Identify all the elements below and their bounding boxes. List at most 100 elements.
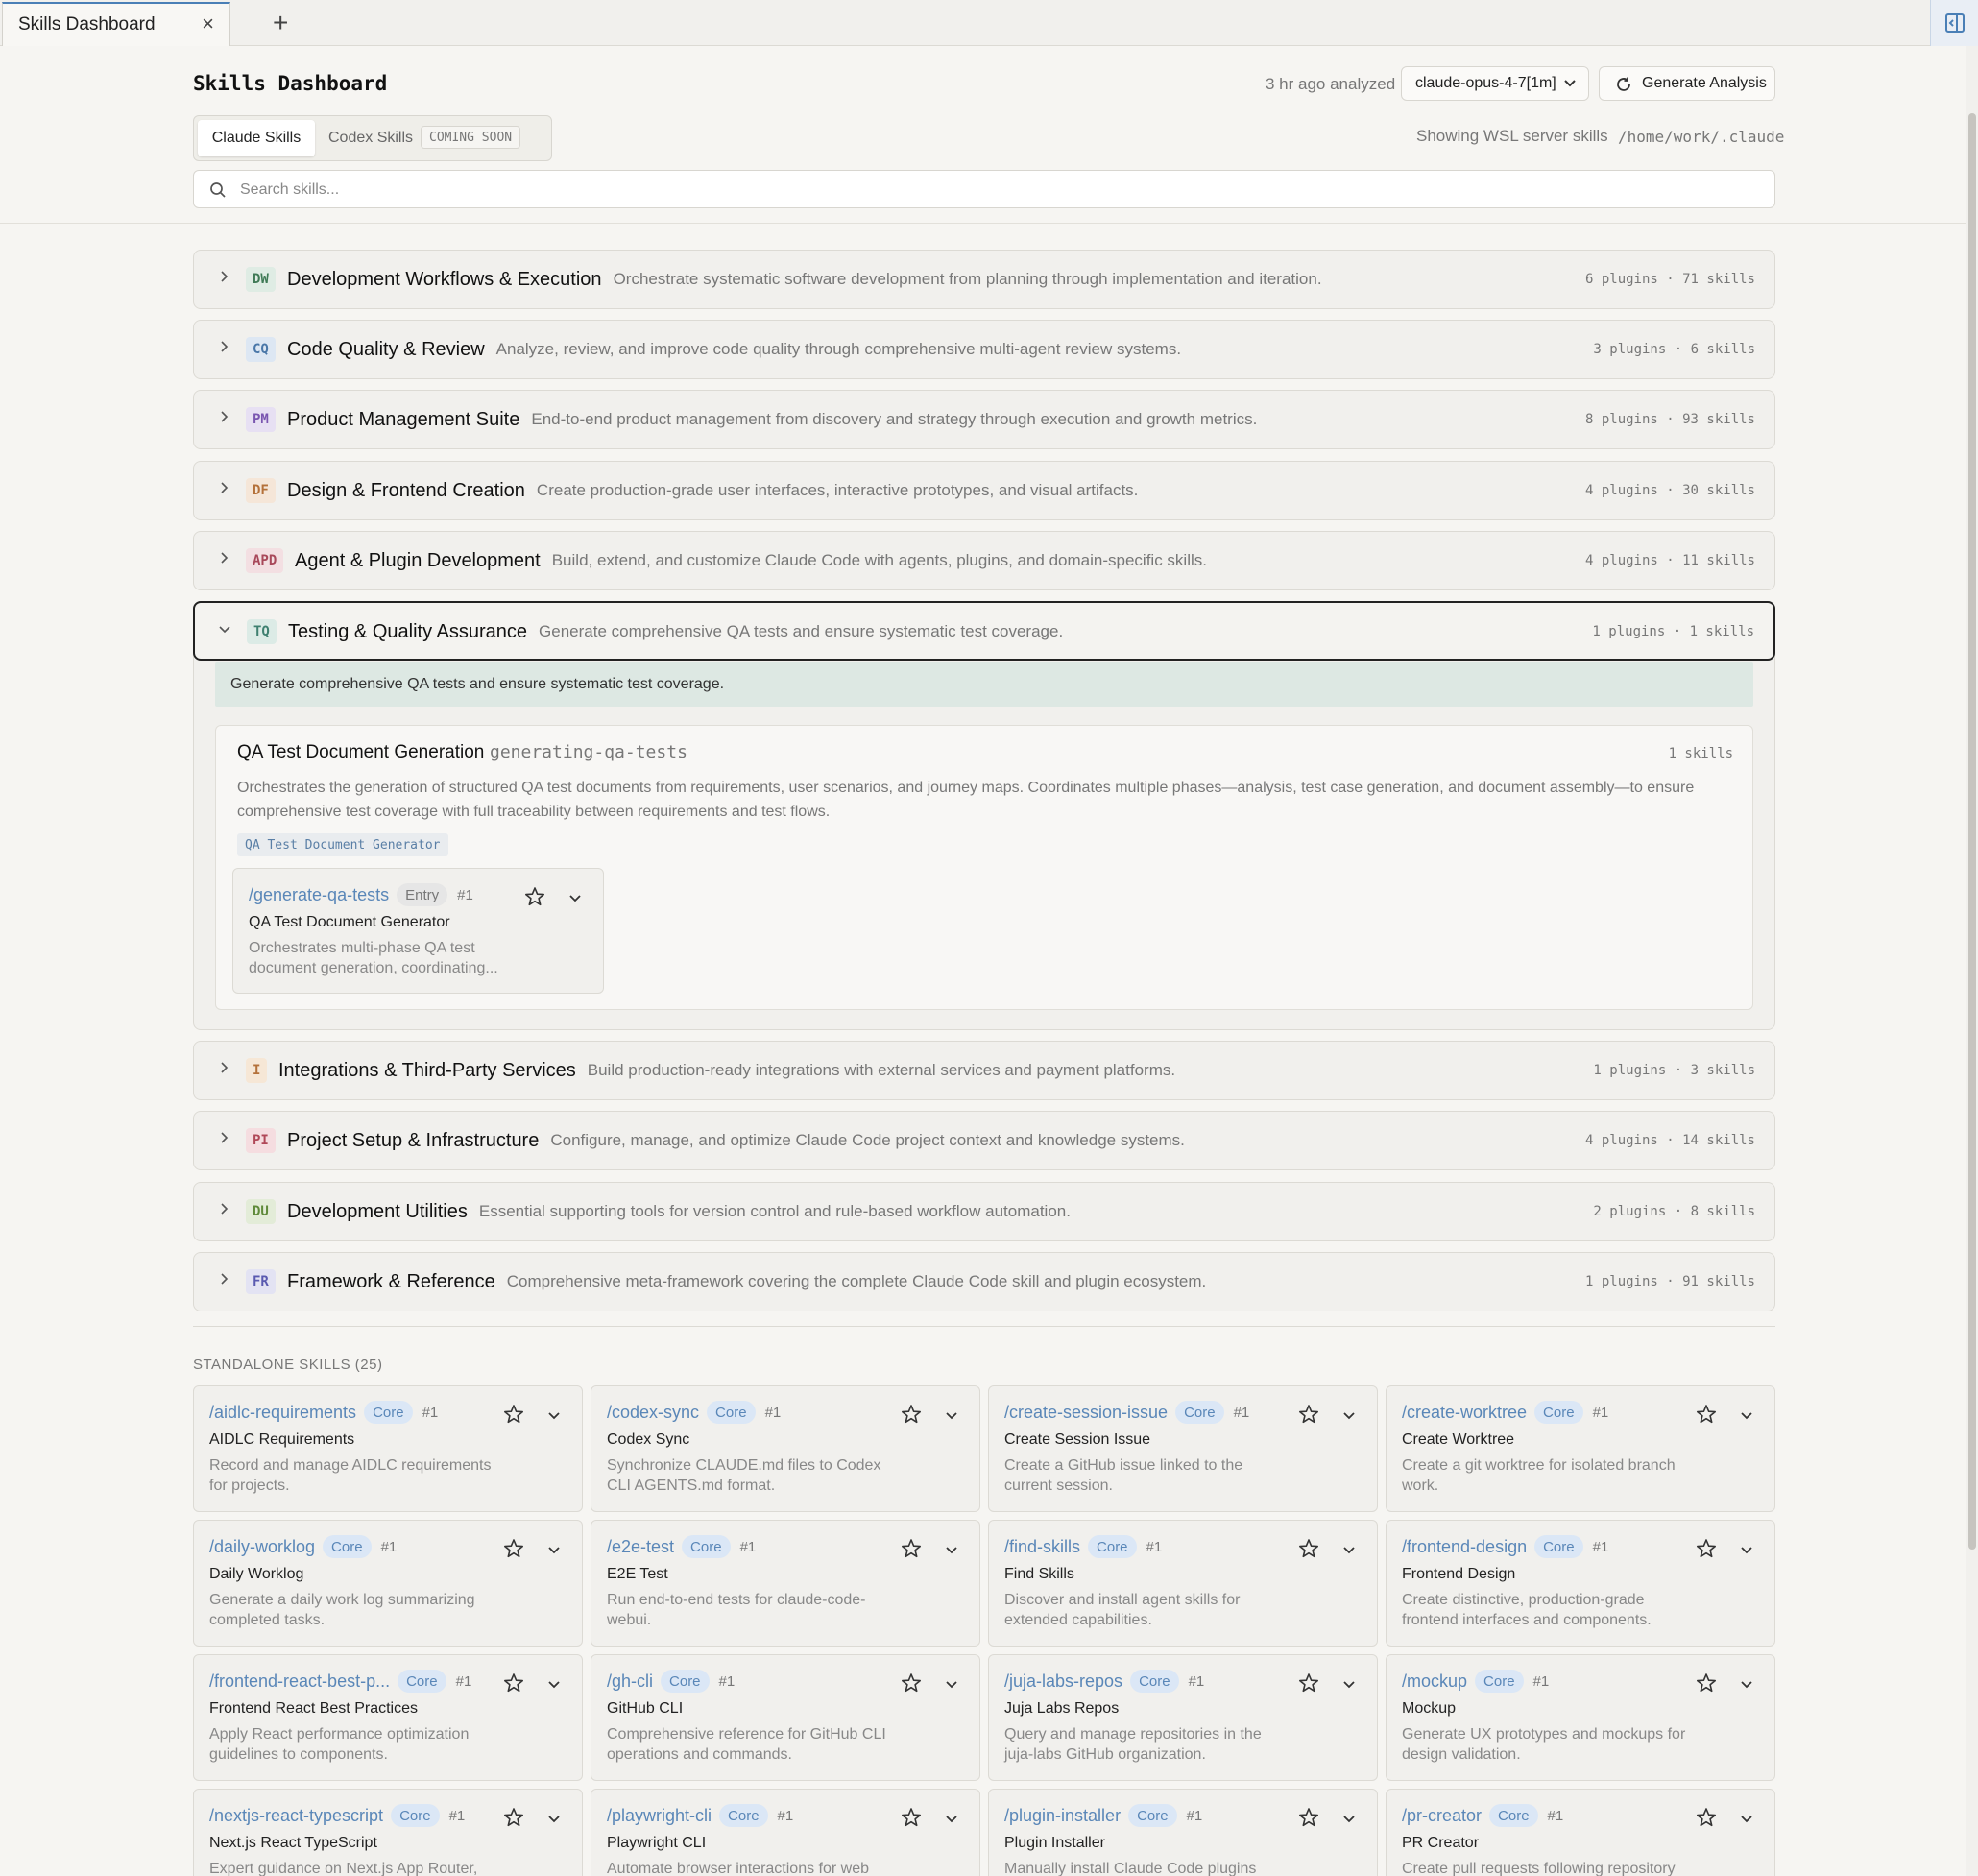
chevron-right-icon[interactable] xyxy=(217,551,230,565)
category-row[interactable]: DU Development Utilities Essential support… xyxy=(193,1182,1775,1241)
star-icon[interactable] xyxy=(524,886,545,907)
star-icon[interactable] xyxy=(901,1404,922,1425)
skill-command[interactable]: /daily-worklog xyxy=(209,1537,315,1557)
star-icon[interactable] xyxy=(1696,1404,1717,1425)
chevron-down-icon[interactable] xyxy=(945,1409,958,1423)
star-icon[interactable] xyxy=(503,1672,524,1694)
chevron-right-icon[interactable] xyxy=(217,1202,230,1215)
skill-card[interactable]: /playwright-cli Core #1 Playwright CLI Autom… xyxy=(591,1789,980,1876)
generate-analysis-button[interactable]: Generate Analysis xyxy=(1599,66,1775,101)
panel-toggle-button[interactable] xyxy=(1930,0,1978,46)
skill-card[interactable]: /frontend-react-best-p... Core #1 Frontend … xyxy=(193,1654,583,1781)
skill-command[interactable]: /generate-qa-tests xyxy=(249,885,389,905)
skill-card[interactable]: /pr-creator Core #1 PR Creator Create pull r… xyxy=(1386,1789,1775,1876)
skill-command[interactable]: /mockup xyxy=(1402,1672,1467,1692)
skill-card[interactable]: /create-session-issue Core #1 Create Sessio… xyxy=(988,1385,1378,1512)
star-icon[interactable] xyxy=(901,1807,922,1828)
category-row[interactable]: I Integrations & Third-Party Services Buil… xyxy=(193,1041,1775,1100)
skill-command[interactable]: /plugin-installer xyxy=(1004,1806,1121,1826)
skill-card[interactable]: /mockup Core #1 Mockup Generate UX prototype… xyxy=(1386,1654,1775,1781)
tab-claude-skills[interactable]: Claude Skills xyxy=(198,120,315,156)
chevron-right-icon[interactable] xyxy=(217,340,230,353)
chevron-right-icon[interactable] xyxy=(217,1272,230,1286)
model-select[interactable]: claude-opus-4-7[1m] xyxy=(1401,66,1589,101)
star-icon[interactable] xyxy=(503,1538,524,1559)
chevron-right-icon[interactable] xyxy=(217,270,230,283)
skill-command[interactable]: /e2e-test xyxy=(607,1537,674,1557)
scrollbar[interactable] xyxy=(1966,46,1978,1876)
chevron-down-icon[interactable] xyxy=(568,892,582,905)
category-name: Development Utilities xyxy=(287,1200,468,1222)
skill-card[interactable]: /create-worktree Core #1 Create Worktree Cre… xyxy=(1386,1385,1775,1512)
chevron-down-icon[interactable] xyxy=(1342,1678,1356,1692)
skill-command[interactable]: /pr-creator xyxy=(1402,1806,1482,1826)
skill-card[interactable]: /codex-sync Core #1 Codex Sync Synchronize C… xyxy=(591,1385,980,1512)
chevron-down-icon[interactable] xyxy=(945,1544,958,1557)
chevron-right-icon[interactable] xyxy=(217,481,230,494)
skill-card[interactable]: /aidlc-requirements Core #1 AIDLC Requireme… xyxy=(193,1385,583,1512)
category-row[interactable]: TQ Testing & Quality Assurance Generate co… xyxy=(193,601,1775,661)
chevron-down-icon[interactable] xyxy=(945,1678,958,1692)
skill-card[interactable]: /generate-qa-tests Entry #1 QA Test Docu… xyxy=(232,868,604,994)
skill-card[interactable]: /plugin-installer Core #1 Plugin Installer M… xyxy=(988,1789,1378,1876)
star-icon[interactable] xyxy=(1696,1672,1717,1694)
skill-card[interactable]: /daily-worklog Core #1 Daily Worklog Generat… xyxy=(193,1520,583,1647)
skill-command[interactable]: /juja-labs-repos xyxy=(1004,1672,1122,1692)
skill-command[interactable]: /create-worktree xyxy=(1402,1403,1527,1423)
tab-codex-skills[interactable]: Codex Skills xyxy=(328,130,413,147)
skill-card[interactable]: /nextjs-react-typescript Core #1 Next.js Re… xyxy=(193,1789,583,1876)
skill-card[interactable]: /gh-cli Core #1 GitHub CLI Comprehensive ref… xyxy=(591,1654,980,1781)
skill-card[interactable]: /find-skills Core #1 Find Skills Discover an… xyxy=(988,1520,1378,1647)
category-row[interactable]: DF Design & Frontend Creation Create produ… xyxy=(193,461,1775,520)
chevron-down-icon[interactable] xyxy=(1740,1813,1753,1826)
category-row[interactable]: CQ Code Quality & Review Analyze, review, … xyxy=(193,320,1775,379)
chevron-right-icon[interactable] xyxy=(217,410,230,423)
chevron-down-icon[interactable] xyxy=(547,1409,561,1423)
search-input[interactable] xyxy=(240,179,1738,202)
skill-command[interactable]: /codex-sync xyxy=(607,1403,699,1423)
chevron-down-icon[interactable] xyxy=(547,1678,561,1692)
chevron-down-icon[interactable] xyxy=(547,1544,561,1557)
chevron-down-icon[interactable] xyxy=(1740,1544,1753,1557)
chevron-right-icon[interactable] xyxy=(217,1061,230,1074)
category-row[interactable]: APD Agent & Plugin Development Build, exte… xyxy=(193,531,1775,590)
skill-command[interactable]: /nextjs-react-typescript xyxy=(209,1806,383,1826)
star-icon[interactable] xyxy=(1298,1538,1319,1559)
chevron-down-icon[interactable] xyxy=(1740,1409,1753,1423)
skill-command[interactable]: /playwright-cli xyxy=(607,1806,712,1826)
category-row[interactable]: FR Framework & Reference Comprehensive met… xyxy=(193,1252,1775,1311)
chevron-down-icon[interactable] xyxy=(1740,1678,1753,1692)
chevron-down-icon[interactable] xyxy=(547,1813,561,1826)
star-icon[interactable] xyxy=(1696,1538,1717,1559)
star-icon[interactable] xyxy=(503,1404,524,1425)
category-row[interactable]: DW Development Workflows & Execution Orche… xyxy=(193,250,1775,309)
star-icon[interactable] xyxy=(503,1807,524,1828)
chevron-right-icon[interactable] xyxy=(217,1131,230,1144)
category-row[interactable]: PI Project Setup & Infrastructure Configur… xyxy=(193,1111,1775,1170)
star-icon[interactable] xyxy=(1298,1404,1319,1425)
skill-command[interactable]: /gh-cli xyxy=(607,1672,653,1692)
skill-card[interactable]: /e2e-test Core #1 E2E Test Run end-to-end te… xyxy=(591,1520,980,1647)
skill-command[interactable]: /create-session-issue xyxy=(1004,1403,1168,1423)
chevron-down-icon[interactable] xyxy=(1342,1813,1356,1826)
skill-command[interactable]: /aidlc-requirements xyxy=(209,1403,356,1423)
skill-card[interactable]: /frontend-design Core #1 Frontend Design Cre… xyxy=(1386,1520,1775,1647)
chevron-down-icon[interactable] xyxy=(218,622,231,636)
star-icon[interactable] xyxy=(901,1538,922,1559)
chevron-down-icon[interactable] xyxy=(1342,1409,1356,1423)
tab-skills-dashboard[interactable]: Skills Dashboard × xyxy=(2,2,230,46)
star-icon[interactable] xyxy=(901,1672,922,1694)
skill-command[interactable]: /frontend-react-best-p... xyxy=(209,1672,390,1692)
skill-command[interactable]: /find-skills xyxy=(1004,1537,1080,1557)
new-tab-icon[interactable]: + xyxy=(273,8,288,38)
close-icon[interactable]: × xyxy=(202,12,214,36)
star-icon[interactable] xyxy=(1696,1807,1717,1828)
star-icon[interactable] xyxy=(1298,1672,1319,1694)
category-row[interactable]: PM Product Management Suite End-to-end pro… xyxy=(193,390,1775,449)
skill-card[interactable]: /juja-labs-repos Core #1 Juja Labs Repos Que… xyxy=(988,1654,1378,1781)
chevron-down-icon[interactable] xyxy=(945,1813,958,1826)
scrollbar-thumb[interactable] xyxy=(1968,113,1976,1550)
skill-command[interactable]: /frontend-design xyxy=(1402,1537,1527,1557)
star-icon[interactable] xyxy=(1298,1807,1319,1828)
chevron-down-icon[interactable] xyxy=(1342,1544,1356,1557)
